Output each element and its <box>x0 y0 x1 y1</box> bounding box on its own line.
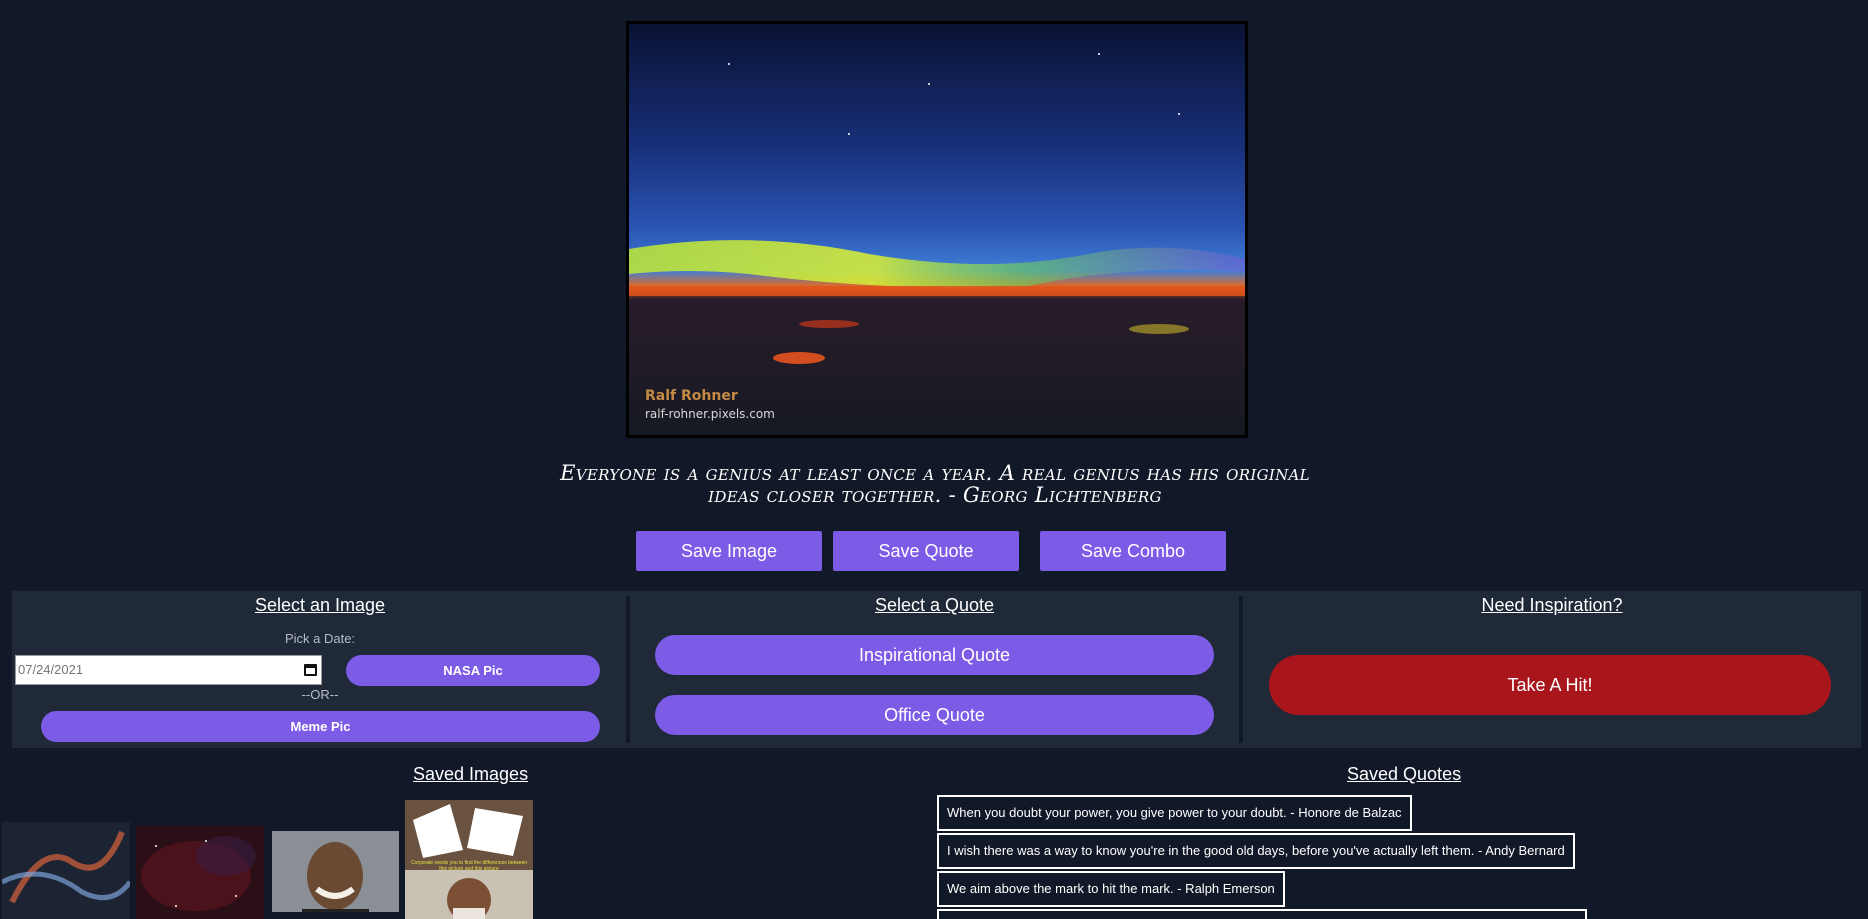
office-quote-button[interactable]: Office Quote <box>655 695 1214 735</box>
nebula-image <box>2 822 130 919</box>
save-combo-button[interactable]: Save Combo <box>1040 531 1226 571</box>
saved-image-thumb[interactable]: Corporate needs you to find the differen… <box>405 800 533 919</box>
watermark-site: ralf-rohner.pixels.com <box>645 407 775 421</box>
saved-image-thumb[interactable] <box>136 826 264 919</box>
inspirational-quote-button[interactable]: Inspirational Quote <box>655 635 1214 675</box>
saved-quotes-title: Saved Quotes <box>1347 764 1462 784</box>
saved-quote-item[interactable]: When you doubt your power, you give powe… <box>937 795 1412 831</box>
calendar-icon[interactable] <box>304 664 317 676</box>
current-quote: Everyone is a genius at least once a yea… <box>560 461 1310 507</box>
saved-images-title: Saved Images <box>413 764 529 784</box>
saved-image-thumb[interactable] <box>2 822 130 919</box>
photo-watermark: Ralf Rohner ralf-rohner.pixels.com <box>645 388 775 421</box>
saved-quote-item[interactable]: I wish there was a way to know you're in… <box>937 833 1575 869</box>
select-image-title: Select an Image <box>254 595 386 615</box>
starfield-image <box>136 826 264 919</box>
select-quote-title: Select a Quote <box>874 595 995 615</box>
meme-face-image <box>272 831 399 912</box>
watermark-name: Ralf Rohner <box>645 388 738 404</box>
saved-quote-item[interactable]: We aim above the mark to hit the mark. -… <box>937 871 1285 907</box>
save-quote-button[interactable]: Save Quote <box>833 531 1019 571</box>
hero-image: Ralf Rohner ralf-rohner.pixels.com <box>626 21 1248 438</box>
panel-divider <box>626 596 630 743</box>
saved-image-thumb[interactable] <box>272 831 399 912</box>
control-panels: Select an Image Pick a Date: 07/24/2021 … <box>12 591 1861 748</box>
date-label: Pick a Date: <box>284 631 356 646</box>
save-image-button[interactable]: Save Image <box>636 531 822 571</box>
aurora-photo <box>629 24 1245 435</box>
saved-quote-item[interactable] <box>937 909 1587 919</box>
meme-caption: Corporate needs you to find the differen… <box>410 860 528 872</box>
or-divider-label: --OR-- <box>301 687 339 702</box>
meme-pic-button[interactable]: Meme Pic <box>41 711 600 742</box>
nasa-pic-button[interactable]: NASA Pic <box>346 655 600 686</box>
take-a-hit-button[interactable]: Take A Hit! <box>1269 655 1831 715</box>
need-inspiration-title: Need Inspiration? <box>1481 595 1623 615</box>
date-value: 07/24/2021 <box>18 662 84 677</box>
panel-divider <box>1239 596 1243 743</box>
date-input[interactable]: 07/24/2021 <box>15 655 322 685</box>
